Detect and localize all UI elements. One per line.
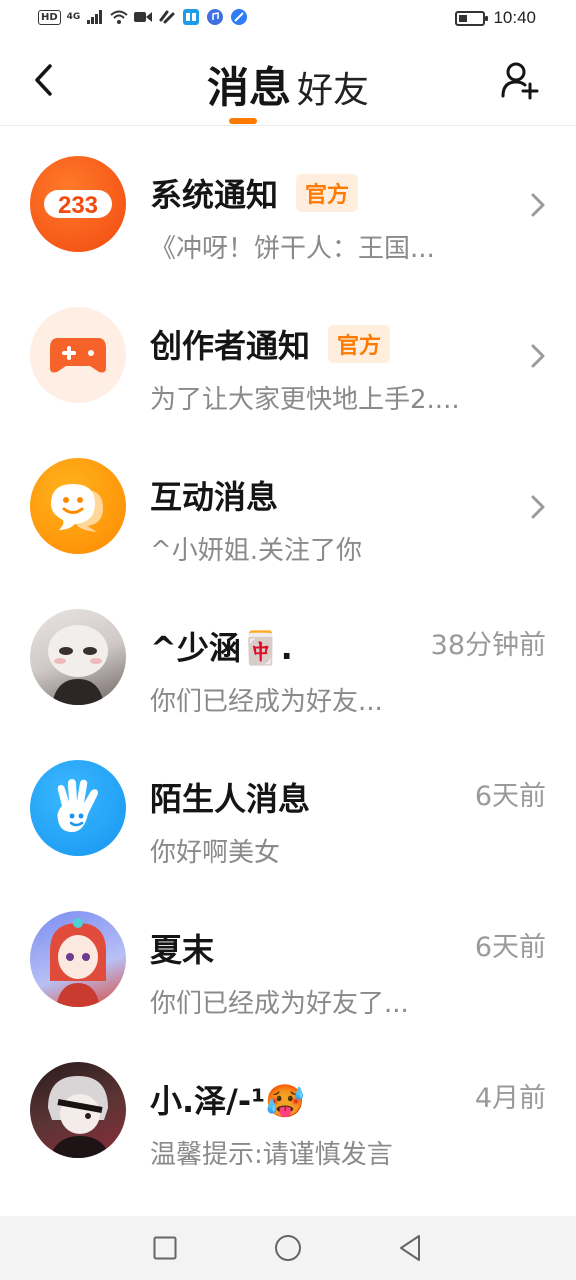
title-line: 小.泽/-¹🥵 bbox=[150, 1076, 305, 1122]
back-nav-button[interactable] bbox=[394, 1232, 426, 1264]
conversation-title: 陌生人消息 bbox=[150, 780, 311, 818]
conversation-row-user[interactable]: 夏末 你们已经成为好友了... 6天前 bbox=[0, 885, 576, 1036]
title-line: 创作者通知 官方 bbox=[150, 321, 391, 367]
link-icon bbox=[158, 9, 176, 25]
title-line: ^少涵🀄. bbox=[150, 623, 293, 669]
system-nav-bar bbox=[0, 1216, 576, 1280]
hd-indicator: HD bbox=[38, 9, 61, 25]
user-avatar bbox=[30, 1062, 126, 1158]
conversation-preview: 你好啊美女 bbox=[150, 838, 281, 868]
chevron-right-icon bbox=[531, 193, 545, 217]
add-friend-button[interactable] bbox=[500, 60, 540, 100]
conversation-title: ^少涵🀄. bbox=[150, 629, 293, 667]
logo-233-icon: 233 bbox=[30, 156, 126, 252]
status-icons-right: 10:40 bbox=[455, 8, 536, 28]
conversation-time: 38分钟前 bbox=[430, 630, 546, 661]
conversation-title: 互动消息 bbox=[150, 478, 279, 516]
conversation-list: 233 系统通知 官方 《冲呀！饼干人：王国... 创作者通知 官方 为了让大家… bbox=[0, 130, 576, 1187]
conversation-row-creator[interactable]: 创作者通知 官方 为了让大家更快地上手2.... bbox=[0, 281, 576, 432]
conversation-row-system[interactable]: 233 系统通知 官方 《冲呀！饼干人：王国... bbox=[0, 130, 576, 281]
browser-app-icon bbox=[230, 9, 248, 25]
conversation-preview: 你们已经成为好友... bbox=[150, 687, 383, 717]
status-bar: HD 4G 10:40 bbox=[0, 0, 576, 40]
clock: 10:40 bbox=[493, 8, 536, 27]
conversation-row-interaction[interactable]: 互动消息 ^小妍姐.关注了你 bbox=[0, 432, 576, 583]
conversation-row-user[interactable]: ^少涵🀄. 你们已经成为好友... 38分钟前 bbox=[0, 583, 576, 734]
conversation-time: 4月前 bbox=[474, 1083, 546, 1114]
conversation-preview: 为了让大家更快地上手2.... bbox=[150, 385, 460, 415]
tab-friends[interactable]: 好友 bbox=[297, 61, 369, 113]
conversation-row-user[interactable]: 小.泽/-¹🥵 温馨提示:请谨慎发言 4月前 bbox=[0, 1036, 576, 1187]
back-triangle-icon bbox=[400, 1235, 420, 1261]
header: 消息 好友 bbox=[0, 40, 576, 126]
chevron-right-icon bbox=[531, 344, 545, 368]
user-avatar bbox=[30, 609, 126, 705]
active-tab-indicator bbox=[229, 118, 257, 124]
add-user-icon bbox=[501, 62, 539, 100]
recent-apps-button[interactable] bbox=[149, 1232, 181, 1264]
home-icon bbox=[275, 1235, 301, 1261]
conversation-title: 夏末 bbox=[150, 931, 215, 969]
home-button[interactable] bbox=[272, 1232, 304, 1264]
music-app-icon bbox=[206, 9, 224, 25]
title-line: 互动消息 bbox=[150, 472, 278, 518]
chevron-right-icon bbox=[531, 495, 545, 519]
conversation-preview: 温馨提示:请谨慎发言 bbox=[150, 1140, 393, 1170]
svg-text:233: 233 bbox=[58, 192, 98, 219]
recent-apps-icon bbox=[153, 1236, 177, 1260]
tab-bar: 消息 好友 bbox=[0, 54, 576, 115]
video-icon bbox=[134, 9, 153, 25]
tab-messages[interactable]: 消息 bbox=[207, 54, 291, 115]
conversation-preview: ^小妍姐.关注了你 bbox=[150, 536, 363, 566]
official-badge: 官方 bbox=[296, 174, 359, 212]
conversation-preview: 你们已经成为好友了... bbox=[150, 989, 409, 1019]
conversation-preview: 《冲呀！饼干人：王国... bbox=[150, 234, 435, 264]
network-type: 4G bbox=[66, 12, 81, 22]
status-icons-left: HD 4G bbox=[38, 9, 248, 25]
conversation-time: 6天前 bbox=[474, 932, 546, 963]
title-line: 陌生人消息 bbox=[150, 774, 310, 820]
user-avatar bbox=[30, 911, 126, 1007]
conversation-title: 小.泽/-¹🥵 bbox=[150, 1082, 305, 1120]
conversation-title: 创作者通知 bbox=[150, 327, 311, 365]
chat-bubble-icon bbox=[30, 458, 126, 554]
gamepad-icon bbox=[30, 307, 126, 403]
conversation-time: 6天前 bbox=[474, 781, 546, 812]
battery-icon bbox=[455, 10, 489, 26]
title-line: 系统通知 官方 bbox=[150, 170, 359, 216]
hand-wave-icon bbox=[30, 760, 126, 856]
wifi-icon bbox=[110, 9, 128, 25]
official-badge: 官方 bbox=[328, 325, 391, 363]
conversation-row-strangers[interactable]: 陌生人消息 你好啊美女 6天前 bbox=[0, 734, 576, 885]
signal-icon bbox=[86, 9, 104, 25]
title-line: 夏末 bbox=[150, 925, 214, 971]
book-app-icon bbox=[182, 9, 200, 25]
conversation-title: 系统通知 bbox=[150, 176, 279, 214]
